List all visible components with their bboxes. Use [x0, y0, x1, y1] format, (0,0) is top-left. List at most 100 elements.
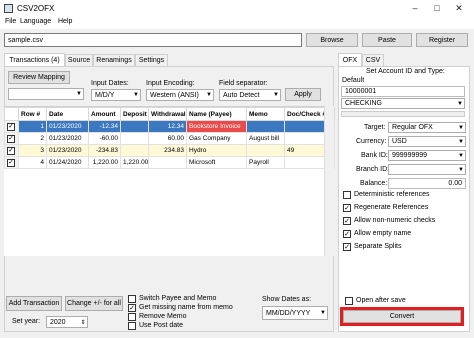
paste-button[interactable]: Paste [362, 33, 412, 47]
open-after-save-label: Open after save [356, 297, 406, 304]
currency-select[interactable]: USD ▼ [388, 136, 466, 147]
column-select[interactable]: ▼ [8, 88, 84, 100]
register-button[interactable]: Register [416, 33, 468, 47]
spinner-icon[interactable]: ⇕ [79, 319, 87, 326]
row-checkbox-cell[interactable]: ✓ [4, 132, 19, 145]
account-scrollbar[interactable] [341, 111, 465, 117]
field-separator-label: Field separator: [219, 80, 268, 87]
account-id-field[interactable]: 10000001 [341, 86, 465, 97]
col-header-row[interactable]: Row # [18, 107, 47, 121]
remove-memo-checkbox[interactable] [128, 313, 136, 321]
row-checkbox[interactable]: ✓ [7, 122, 15, 131]
deterministic-refs-checkbox[interactable] [343, 191, 351, 199]
input-encoding-select[interactable]: Western (ANSI) ▼ [146, 89, 214, 101]
tab-transactions[interactable]: Transactions (4) [4, 53, 65, 66]
currency-label: Currency: [356, 138, 387, 145]
col-header-withdrawal[interactable]: Withdrawal [148, 107, 187, 121]
set-account-label: Set Account ID and Type: [366, 68, 445, 75]
cell-date: 01/23/2020 [46, 132, 89, 145]
col-header-name[interactable]: Name (Payee) [186, 107, 247, 121]
allow-empty-name-label: Allow empty name [354, 230, 412, 237]
row-checkbox[interactable]: ✓ [7, 158, 15, 167]
branch-id-select[interactable]: ▼ [388, 164, 466, 175]
browse-button[interactable]: Browse [306, 33, 358, 47]
cell-date: 01/24/2020 [46, 156, 89, 169]
table-row[interactable]: ✓ 3 01/23/2020 -234.83 234.83 Hydro 49 [4, 144, 335, 157]
cell-name: Microsoft [186, 156, 247, 169]
missing-name-checkbox[interactable]: ✓ [128, 304, 136, 312]
set-year-label: Set year: [12, 318, 41, 325]
cell-name[interactable]: Bookstore Invoice [186, 120, 247, 133]
switch-payee-memo-checkbox[interactable] [128, 295, 136, 303]
table-row[interactable]: ✓ 2 01/23/2020 -60.00 60.00 Gas Company … [4, 132, 335, 145]
tab-settings[interactable]: Settings [135, 54, 168, 66]
use-post-date-checkbox[interactable] [128, 322, 136, 330]
balance-field[interactable]: 0.00 [388, 178, 466, 189]
cell-name: Hydro [186, 144, 247, 157]
menu-help[interactable]: Help [58, 18, 72, 25]
grid-scrollbar[interactable] [324, 106, 334, 256]
account-type-value: CHECKING [345, 100, 382, 107]
cell-date: 01/23/2020 [46, 120, 89, 133]
transactions-grid[interactable]: Row # Date Amount Deposit Withdrawal Nam… [4, 106, 335, 256]
col-header-amount[interactable]: Amount [88, 107, 121, 121]
set-year-spinner[interactable]: 2020 ⇕ [46, 316, 88, 328]
cell-date: 01/23/2020 [46, 144, 89, 157]
remove-memo-label: Remove Memo [139, 313, 187, 320]
col-header-memo[interactable]: Memo [246, 107, 285, 121]
table-row[interactable]: ✓ 4 01/24/2020 1,220.00 1,220.00 Microso… [4, 156, 335, 169]
convert-button[interactable]: Convert [343, 310, 461, 323]
tab-renamings[interactable]: Renamings [93, 54, 135, 66]
cell-withdrawal: 234.83 [148, 144, 187, 157]
input-dates-select[interactable]: M/D/Y ▼ [91, 89, 141, 101]
menu-language[interactable]: Language [20, 18, 51, 25]
target-label: Target: [364, 124, 386, 131]
review-mapping-button[interactable]: Review Mapping [8, 71, 70, 84]
row-checkbox[interactable]: ✓ [7, 134, 15, 143]
col-header-deposit[interactable]: Deposit [120, 107, 149, 121]
allow-empty-name-checkbox[interactable]: ✓ [343, 230, 351, 238]
field-separator-select[interactable]: Auto Detect ▼ [219, 89, 281, 101]
file-path-input[interactable]: sample.csv [4, 33, 302, 47]
cell-amount: 1,220.00 [88, 156, 121, 169]
default-label: Default [342, 77, 365, 84]
currency-value: USD [392, 138, 407, 145]
input-encoding-label: Input Encoding: [146, 80, 195, 87]
row-checkbox-cell[interactable]: ✓ [4, 120, 19, 133]
chevron-down-icon: ▼ [76, 91, 82, 97]
open-after-save-checkbox[interactable] [345, 297, 353, 305]
account-type-select[interactable]: CHECKING ▼ [341, 98, 465, 109]
apply-button[interactable]: Apply [285, 88, 321, 101]
menu-file[interactable]: File [5, 18, 16, 25]
change-sign-button[interactable]: Change +/- for all [65, 296, 123, 311]
cell-amount: -12.34 [88, 120, 121, 133]
cell-withdrawal [148, 156, 187, 169]
row-checkbox-cell[interactable]: ✓ [4, 144, 19, 157]
separate-splits-checkbox[interactable]: ✓ [343, 243, 351, 251]
cell-deposit [120, 120, 149, 133]
cell-name: Gas Company [186, 132, 247, 145]
regenerate-refs-checkbox[interactable]: ✓ [343, 204, 351, 212]
tab-source[interactable]: Source [65, 54, 93, 66]
cell-memo [246, 144, 285, 157]
cell-row: 1 [18, 120, 47, 133]
cell-memo [246, 120, 285, 133]
tab-ofx[interactable]: OFX [338, 53, 362, 66]
tab-csv[interactable]: CSV [362, 54, 384, 66]
minimize-icon[interactable]: – [404, 1, 426, 16]
table-row[interactable]: ✓ 1 01/23/2020 -12.34 12.34 Bookstore In… [4, 120, 335, 133]
show-dates-select[interactable]: MM/DD/YYYY ▼ [262, 306, 328, 320]
non-numeric-checks-checkbox[interactable]: ✓ [343, 217, 351, 225]
row-checkbox[interactable]: ✓ [7, 146, 15, 155]
target-select[interactable]: Regular OFX ▼ [388, 122, 466, 133]
row-checkbox-cell[interactable]: ✓ [4, 156, 19, 169]
close-icon[interactable]: ✕ [448, 1, 470, 16]
set-year-value: 2020 [50, 318, 66, 326]
bank-id-select[interactable]: 999999999 ▼ [388, 150, 466, 161]
maximize-icon[interactable]: □ [426, 1, 448, 16]
input-encoding-value: Western (ANSI) [150, 91, 199, 99]
add-transaction-button[interactable]: Add Transaction [6, 296, 62, 311]
app-icon [4, 4, 13, 13]
col-header-date[interactable]: Date [46, 107, 89, 121]
col-header-check[interactable] [4, 107, 19, 121]
